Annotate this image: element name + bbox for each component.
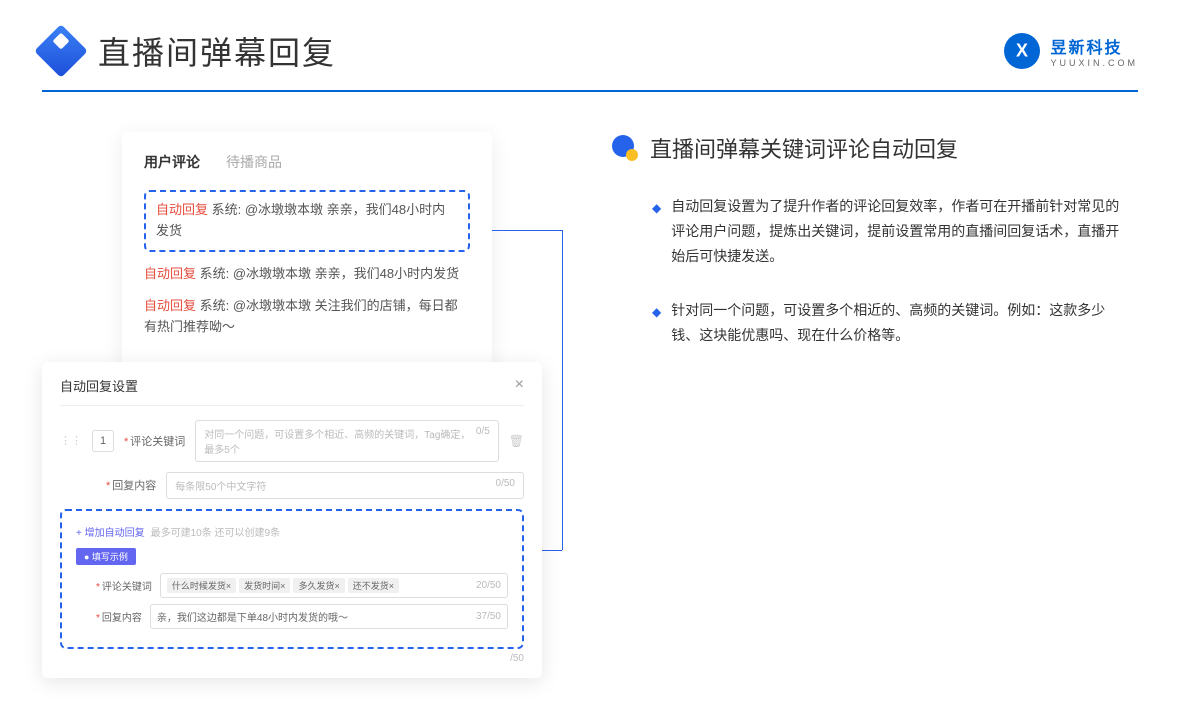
connector-line [542, 550, 562, 551]
keyword-label: 评论关键词 [130, 436, 185, 448]
connector-line [492, 230, 562, 231]
add-auto-reply-link[interactable]: + 增加自动回复 [76, 528, 145, 539]
bullet-text-1: 自动回复设置为了提升作者的评论回复效率，作者可在开播前针对常见的评论用户问题，提… [671, 194, 1122, 270]
keyword-input[interactable]: 对同一个问题，可设置多个相近、高频的关键词，Tag确定，最多5个0/5 [195, 420, 498, 462]
keyword-tag: 发货时间× [239, 578, 290, 593]
comments-panel: 用户评论 待播商品 自动回复 系统: @冰墩墩本墩 亲亲，我们48小时内发货 自… [122, 132, 492, 370]
ex-content-input[interactable]: 亲，我们这边都是下单48小时内发货的哦～37/50 [150, 604, 508, 629]
drag-handle-icon[interactable]: ⋮⋮ [60, 434, 82, 447]
brand-name-cn: 昱新科技 [1050, 34, 1138, 58]
comment-item: 自动回复 系统: @冰墩墩本墩 关注我们的店铺，每日都有热门推荐呦～ [144, 296, 470, 338]
diamond-bullet-icon: ◆ [652, 302, 661, 348]
highlighted-comment: 自动回复 系统: @冰墩墩本墩 亲亲，我们48小时内发货 [144, 190, 470, 252]
delete-icon[interactable]: 🗑 [509, 434, 524, 448]
section-bullet-icon [612, 135, 638, 161]
comment-item: 自动回复 系统: @冰墩墩本墩 亲亲，我们48小时内发货 [144, 264, 470, 285]
diamond-bullet-icon: ◆ [652, 198, 661, 270]
connector-line [562, 230, 563, 550]
ex-keyword-input[interactable]: 什么时候发货× 发货时间× 多久发货× 还不发货× 20/50 [160, 573, 508, 598]
index-number: 1 [92, 430, 114, 452]
auto-reply-settings-modal: 自动回复设置 × ⋮⋮ 1 *评论关键词 对同一个问题，可设置多个相近、高频的关… [42, 362, 542, 678]
logo-left-icon [34, 24, 88, 78]
add-hint: 最多可建10条 还可以创建9条 [151, 528, 280, 539]
tab-pending-products[interactable]: 待播商品 [226, 152, 282, 172]
ex-keyword-label: 评论关键词 [102, 582, 152, 593]
tab-user-comments[interactable]: 用户评论 [144, 152, 200, 172]
brand-name-en: YUUXIN.COM [1050, 58, 1138, 68]
keyword-tag: 什么时候发货× [167, 578, 236, 593]
brand-icon [997, 26, 1048, 77]
bullet-text-2: 针对同一个问题，可设置多个相近的、高频的关键词。例如：这款多少钱、这块能优惠吗、… [671, 298, 1122, 348]
ex-content-label: 回复内容 [102, 613, 142, 624]
content-label: 回复内容 [112, 480, 156, 492]
example-panel: + 增加自动回复最多可建10条 还可以创建9条 ● 填写示例 *评论关键词 什么… [60, 509, 524, 649]
content-input[interactable]: 每条限50个中文字符0/50 [166, 472, 524, 499]
close-icon[interactable]: × [515, 376, 524, 394]
outer-counter: /50 [60, 653, 524, 664]
keyword-tag: 还不发货× [348, 578, 399, 593]
keyword-tag: 多久发货× [293, 578, 344, 593]
brand-logo: 昱新科技 YUUXIN.COM [1004, 33, 1138, 69]
section-title: 直播间弹幕关键词评论自动回复 [650, 132, 958, 164]
page-title: 直播间弹幕回复 [98, 28, 336, 74]
auto-reply-tag: 自动回复 [156, 202, 208, 217]
example-tag: ● 填写示例 [76, 548, 136, 565]
modal-title: 自动回复设置 [60, 376, 138, 395]
